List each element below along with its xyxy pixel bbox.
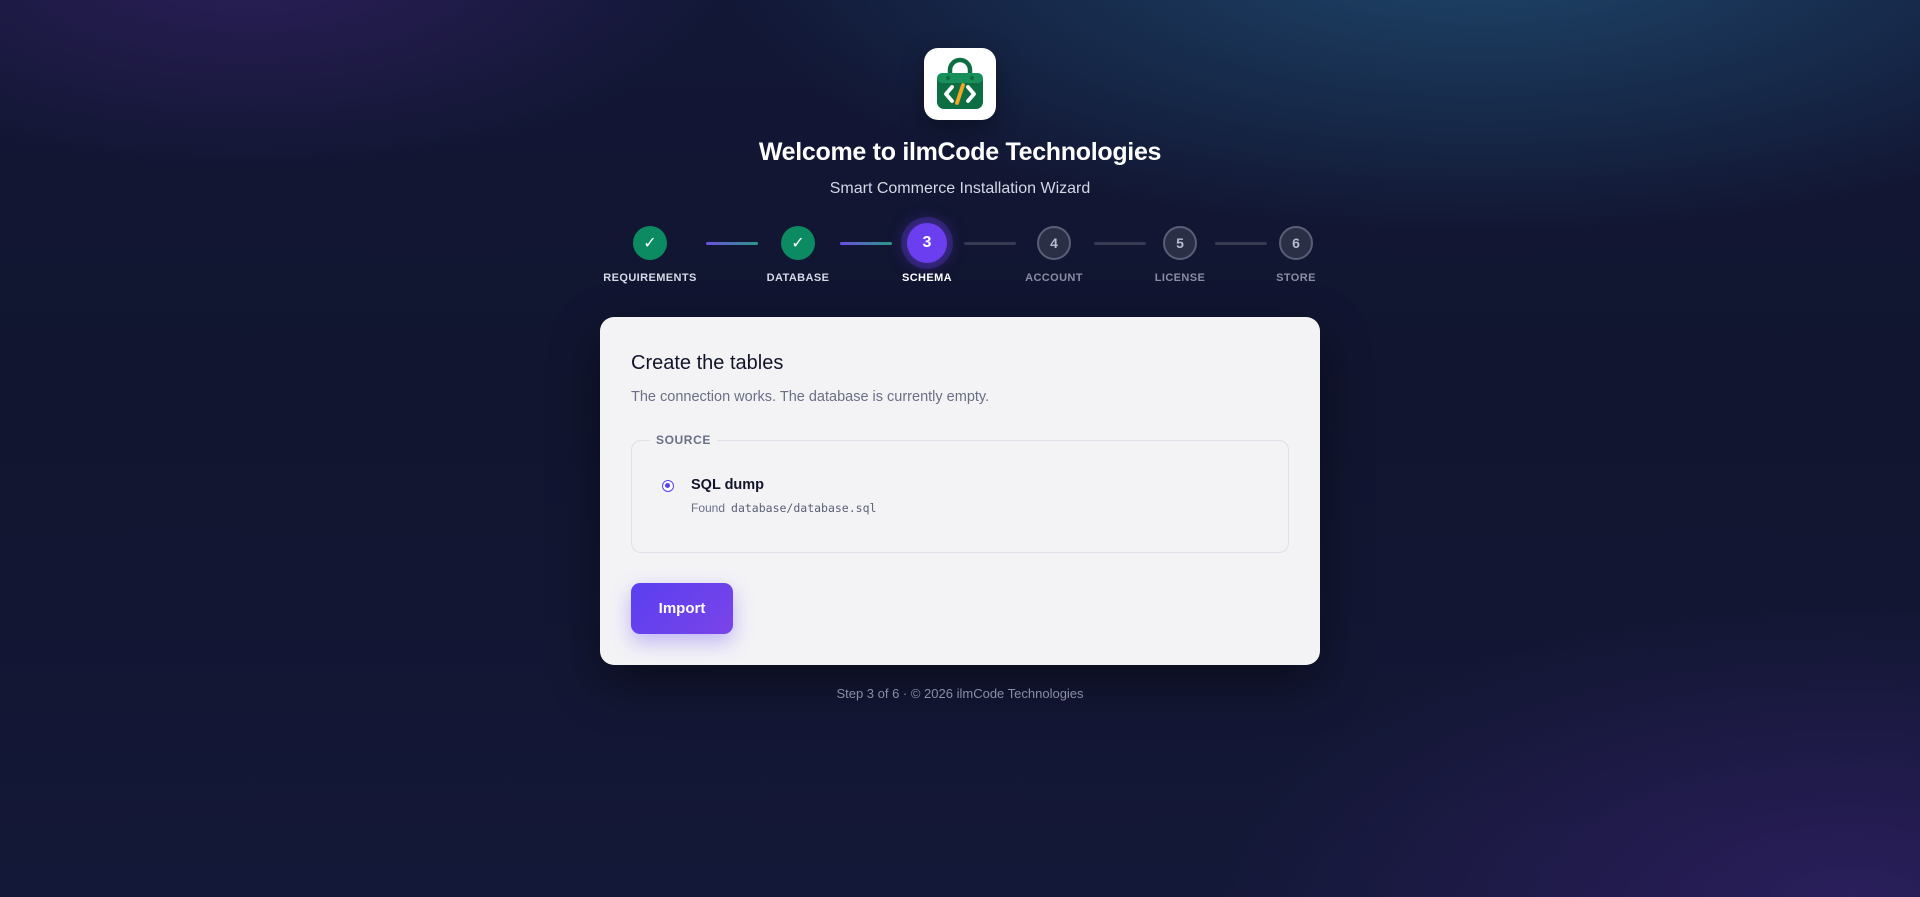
sql-dump-label[interactable]: SQL dump	[691, 477, 764, 493]
page-title: Welcome to ilmCode Technologies	[758, 138, 1162, 166]
step-label: SCHEMA	[901, 272, 953, 284]
step-number: 4	[1037, 226, 1071, 260]
checkmark-icon: ✓	[633, 226, 667, 260]
step-database: ✓ DATABASE	[738, 226, 858, 284]
step-number: 3	[907, 223, 947, 263]
import-button[interactable]: Import	[631, 583, 733, 634]
step-label: REQUIREMENTS	[603, 272, 697, 284]
step-label: STORE	[1276, 272, 1316, 284]
found-prefix: Found	[691, 501, 726, 515]
sql-dump-path: database/database.sql	[731, 501, 877, 515]
source-legend: SOURCE	[650, 433, 717, 447]
source-fieldset: SOURCE SQL dump Found database/database.s…	[631, 433, 1289, 553]
card-description: The connection works. The database is cu…	[631, 389, 990, 405]
step-number: 5	[1163, 226, 1197, 260]
step-schema: 3 SCHEMA	[867, 223, 987, 284]
logo	[924, 48, 996, 120]
step-account: 4 ACCOUNT	[994, 226, 1114, 284]
sql-dump-found: Found database/database.sql	[691, 501, 876, 515]
page-subtitle: Smart Commerce Installation Wizard	[829, 180, 1091, 197]
step-store: 6 STORE	[1236, 226, 1356, 284]
checkmark-icon: ✓	[781, 226, 815, 260]
step-requirements: ✓ REQUIREMENTS	[590, 226, 710, 284]
step-license: 5 LICENSE	[1120, 226, 1240, 284]
step-number: 6	[1279, 226, 1313, 260]
sql-dump-radio[interactable]	[662, 480, 674, 492]
footer-text: Step 3 of 6 · © 2026 ilmCode Technologie…	[836, 686, 1084, 701]
step-label: ACCOUNT	[1025, 272, 1083, 284]
step-label: DATABASE	[766, 272, 830, 284]
installer-page: Welcome to ilmCode Technologies Smart Co…	[0, 0, 1920, 897]
schema-card: Create the tables The connection works. …	[600, 317, 1320, 665]
card-title: Create the tables	[631, 352, 784, 374]
shopping-bag-code-icon	[937, 57, 983, 109]
progress-stepper: ✓ REQUIREMENTS ✓ DATABASE 3 SCHEMA 4 ACC…	[600, 223, 1320, 286]
step-label: LICENSE	[1154, 272, 1206, 284]
